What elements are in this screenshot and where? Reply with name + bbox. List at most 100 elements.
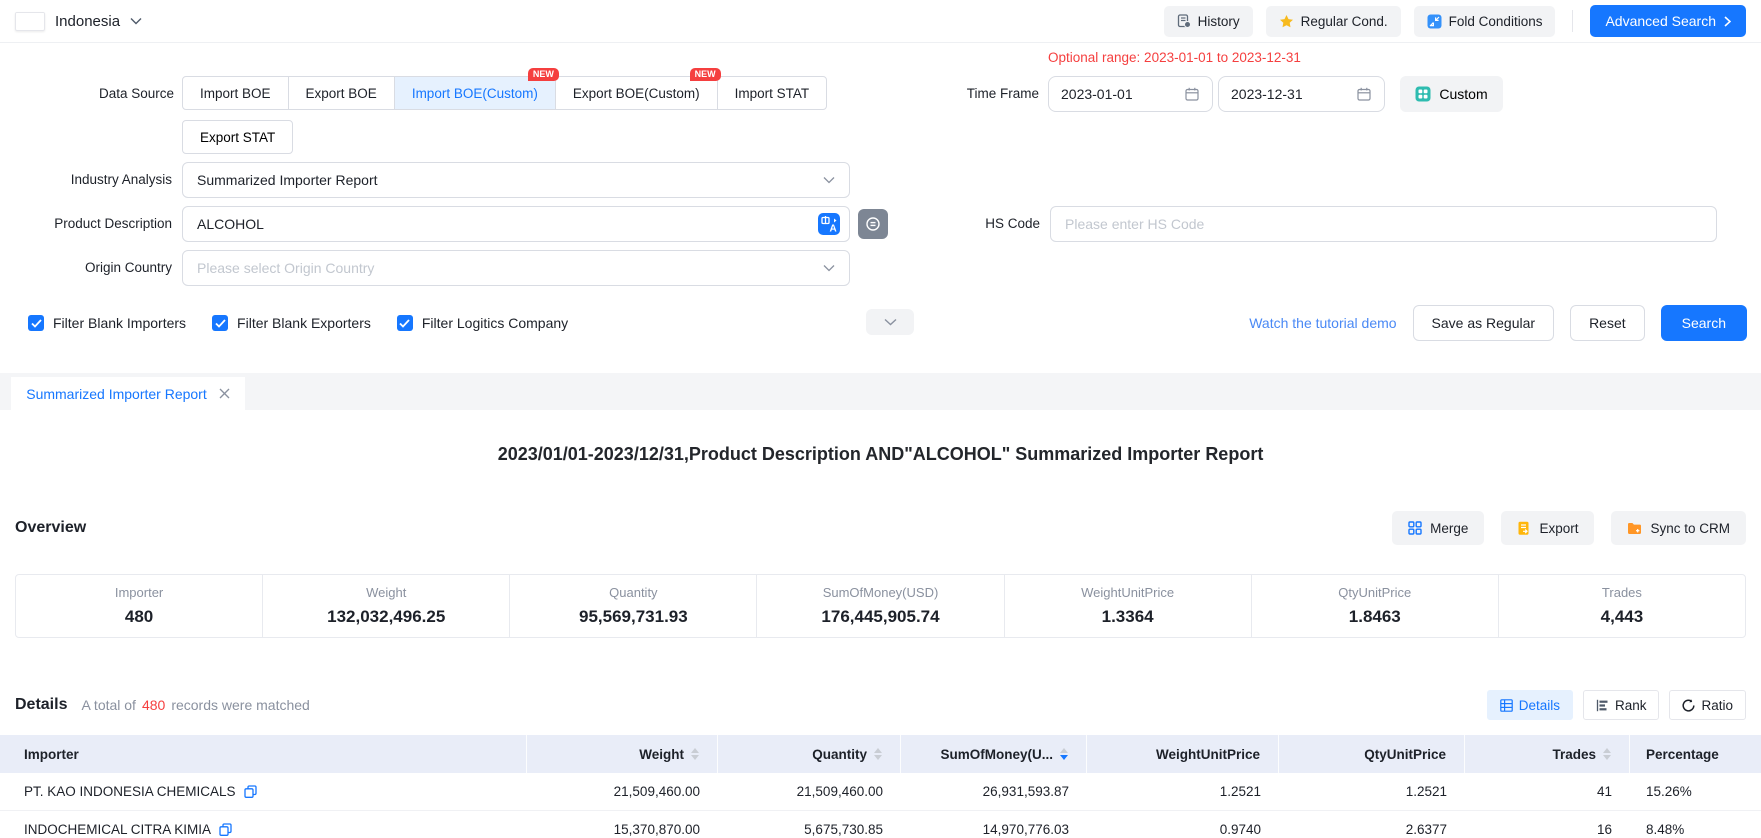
tab-summarized-importer-report[interactable]: Summarized Importer Report bbox=[11, 377, 245, 410]
origin-country-select[interactable]: Please select Origin Country bbox=[182, 250, 850, 286]
close-icon[interactable] bbox=[219, 388, 230, 399]
view-details-button[interactable]: Details bbox=[1487, 690, 1573, 720]
tutorial-demo-link[interactable]: Watch the tutorial demo bbox=[1249, 315, 1396, 331]
calendar-icon bbox=[1356, 86, 1372, 102]
fold-conditions-button[interactable]: Fold Conditions bbox=[1414, 6, 1556, 37]
origin-country-placeholder: Please select Origin Country bbox=[197, 260, 374, 276]
optional-range-hint: Optional range: 2023-01-01 to 2023-12-31 bbox=[1048, 50, 1301, 65]
importer-cell: INDOCHEMICAL CITRA KIMIA bbox=[0, 811, 527, 838]
sync-to-crm-button[interactable]: Sync to CRM bbox=[1611, 511, 1746, 545]
copy-icon[interactable] bbox=[219, 823, 232, 836]
topbar-actions: History Regular Cond. Fold Conditions Ad… bbox=[1164, 5, 1746, 37]
importer-name[interactable]: PT. KAO INDONESIA CHEMICALS bbox=[24, 784, 236, 799]
form-actions: Watch the tutorial demo Save as Regular … bbox=[1249, 303, 1747, 343]
fold-conditions-label: Fold Conditions bbox=[1449, 14, 1543, 29]
sort-icon[interactable] bbox=[1603, 748, 1611, 760]
save-as-regular-button[interactable]: Save as Regular bbox=[1413, 305, 1555, 341]
export-icon bbox=[1517, 521, 1531, 536]
stat-value: 1.3364 bbox=[1102, 607, 1154, 627]
data-source-label: Data Source bbox=[2, 86, 174, 101]
merge-icon bbox=[1408, 521, 1422, 535]
stat-importer: Importer 480 bbox=[16, 575, 262, 637]
calendar-icon bbox=[1184, 86, 1200, 102]
country-selector[interactable]: Indonesia bbox=[15, 12, 142, 31]
col-qty-unit-price: QtyUnitPrice bbox=[1279, 735, 1465, 773]
chevron-down-icon bbox=[130, 17, 142, 25]
sort-icon-active-desc[interactable] bbox=[1060, 748, 1068, 760]
search-button[interactable]: Search bbox=[1661, 305, 1747, 341]
product-description-input[interactable] bbox=[197, 216, 817, 232]
quantity-cell: 5,675,730.85 bbox=[718, 811, 901, 838]
quantity-cell: 21,509,460.00 bbox=[718, 773, 901, 810]
stat-label: WeightUnitPrice bbox=[1081, 585, 1174, 600]
col-percentage: Percentage bbox=[1630, 735, 1761, 773]
stat-label: Quantity bbox=[609, 585, 657, 600]
filter-blank-importers-checkbox[interactable]: Filter Blank Importers bbox=[28, 315, 186, 331]
matched-prefix: A total of bbox=[81, 697, 135, 713]
stat-value: 95,569,731.93 bbox=[579, 607, 688, 627]
details-header: Details A total of480records were matche… bbox=[15, 690, 1746, 720]
page: Indonesia History Regular Cond. bbox=[0, 0, 1761, 838]
new-badge: NEW bbox=[690, 68, 721, 81]
sync-to-crm-label: Sync to CRM bbox=[1650, 521, 1730, 536]
translate-icon[interactable]: A bbox=[817, 212, 841, 236]
advanced-search-button[interactable]: Advanced Search bbox=[1590, 5, 1746, 37]
time-frame-label: Time Frame bbox=[867, 86, 1039, 101]
stat-value: 1.8463 bbox=[1349, 607, 1401, 627]
custom-icon bbox=[1415, 86, 1431, 102]
fold-conditions-icon bbox=[1427, 14, 1442, 29]
expand-conditions-button[interactable] bbox=[866, 309, 914, 335]
stat-sum-of-money: SumOfMoney(USD) 176,445,905.74 bbox=[756, 575, 1003, 637]
qty-unit-price-cell: 2.6377 bbox=[1279, 811, 1465, 838]
merge-button[interactable]: Merge bbox=[1392, 511, 1484, 545]
search-form: Optional range: 2023-01-01 to 2023-12-31… bbox=[0, 43, 1761, 373]
hs-code-label: HS Code bbox=[868, 216, 1040, 231]
col-quantity[interactable]: Quantity bbox=[718, 735, 901, 773]
copy-icon[interactable] bbox=[244, 785, 257, 798]
details-table: Importer Weight Quantity SumOfMoney(U...… bbox=[0, 735, 1761, 838]
filter-logistics-company-checkbox[interactable]: Filter Logitics Company bbox=[397, 315, 568, 331]
industry-analysis-select[interactable]: Summarized Importer Report bbox=[182, 162, 850, 198]
qty-unit-price-cell: 1.2521 bbox=[1279, 773, 1465, 810]
view-ratio-button[interactable]: Ratio bbox=[1669, 690, 1746, 720]
export-button[interactable]: Export bbox=[1501, 511, 1594, 545]
sort-icon[interactable] bbox=[691, 748, 699, 760]
col-importer: Importer bbox=[0, 735, 527, 773]
importer-cell: PT. KAO INDONESIA CHEMICALS bbox=[0, 773, 527, 810]
data-source-import-boe[interactable]: Import BOE bbox=[182, 76, 289, 110]
trades-cell: 41 bbox=[1465, 773, 1630, 810]
custom-range-button[interactable]: Custom bbox=[1400, 76, 1503, 112]
filter-checkboxes: Filter Blank Importers Filter Blank Expo… bbox=[0, 315, 568, 331]
data-source-import-boe-custom-label: Import BOE(Custom) bbox=[412, 86, 538, 101]
hs-code-input[interactable] bbox=[1065, 216, 1708, 232]
checkbox-checked-icon bbox=[28, 315, 44, 331]
trades-cell: 16 bbox=[1465, 811, 1630, 838]
col-sum-of-money[interactable]: SumOfMoney(U... bbox=[901, 735, 1087, 773]
view-rank-button[interactable]: Rank bbox=[1583, 690, 1660, 720]
regular-cond-button[interactable]: Regular Cond. bbox=[1266, 6, 1401, 37]
chevron-down-icon bbox=[823, 264, 835, 272]
sort-icon[interactable] bbox=[874, 748, 882, 760]
reset-button[interactable]: Reset bbox=[1570, 305, 1645, 341]
importer-name[interactable]: INDOCHEMICAL CITRA KIMIA bbox=[24, 822, 211, 837]
custom-label: Custom bbox=[1439, 86, 1487, 102]
data-source-export-boe-custom[interactable]: Export BOE(Custom) NEW bbox=[555, 76, 718, 110]
data-source-export-stat[interactable]: Export STAT bbox=[182, 120, 293, 154]
history-button[interactable]: History bbox=[1164, 6, 1253, 37]
data-source-import-boe-custom[interactable]: Import BOE(Custom) NEW bbox=[394, 76, 556, 110]
tab-title: Summarized Importer Report bbox=[26, 386, 207, 402]
stat-value: 4,443 bbox=[1601, 607, 1644, 627]
date-end-picker[interactable]: 2023-12-31 bbox=[1218, 76, 1385, 112]
table-row[interactable]: INDOCHEMICAL CITRA KIMIA 15,370,870.00 5… bbox=[0, 811, 1761, 838]
filter-blank-exporters-checkbox[interactable]: Filter Blank Exporters bbox=[212, 315, 371, 331]
col-weight[interactable]: Weight bbox=[527, 735, 718, 773]
country-name: Indonesia bbox=[55, 13, 120, 30]
weight-cell: 21,509,460.00 bbox=[527, 773, 718, 810]
data-source-export-boe[interactable]: Export BOE bbox=[288, 76, 395, 110]
tab-strip: Summarized Importer Report bbox=[0, 373, 1761, 410]
table-row[interactable]: PT. KAO INDONESIA CHEMICALS 21,509,460.0… bbox=[0, 773, 1761, 811]
col-trades[interactable]: Trades bbox=[1465, 735, 1630, 773]
date-start-picker[interactable]: 2023-01-01 bbox=[1048, 76, 1213, 112]
sum-of-money-cell: 26,931,593.87 bbox=[901, 773, 1087, 810]
data-source-import-stat[interactable]: Import STAT bbox=[717, 76, 828, 110]
